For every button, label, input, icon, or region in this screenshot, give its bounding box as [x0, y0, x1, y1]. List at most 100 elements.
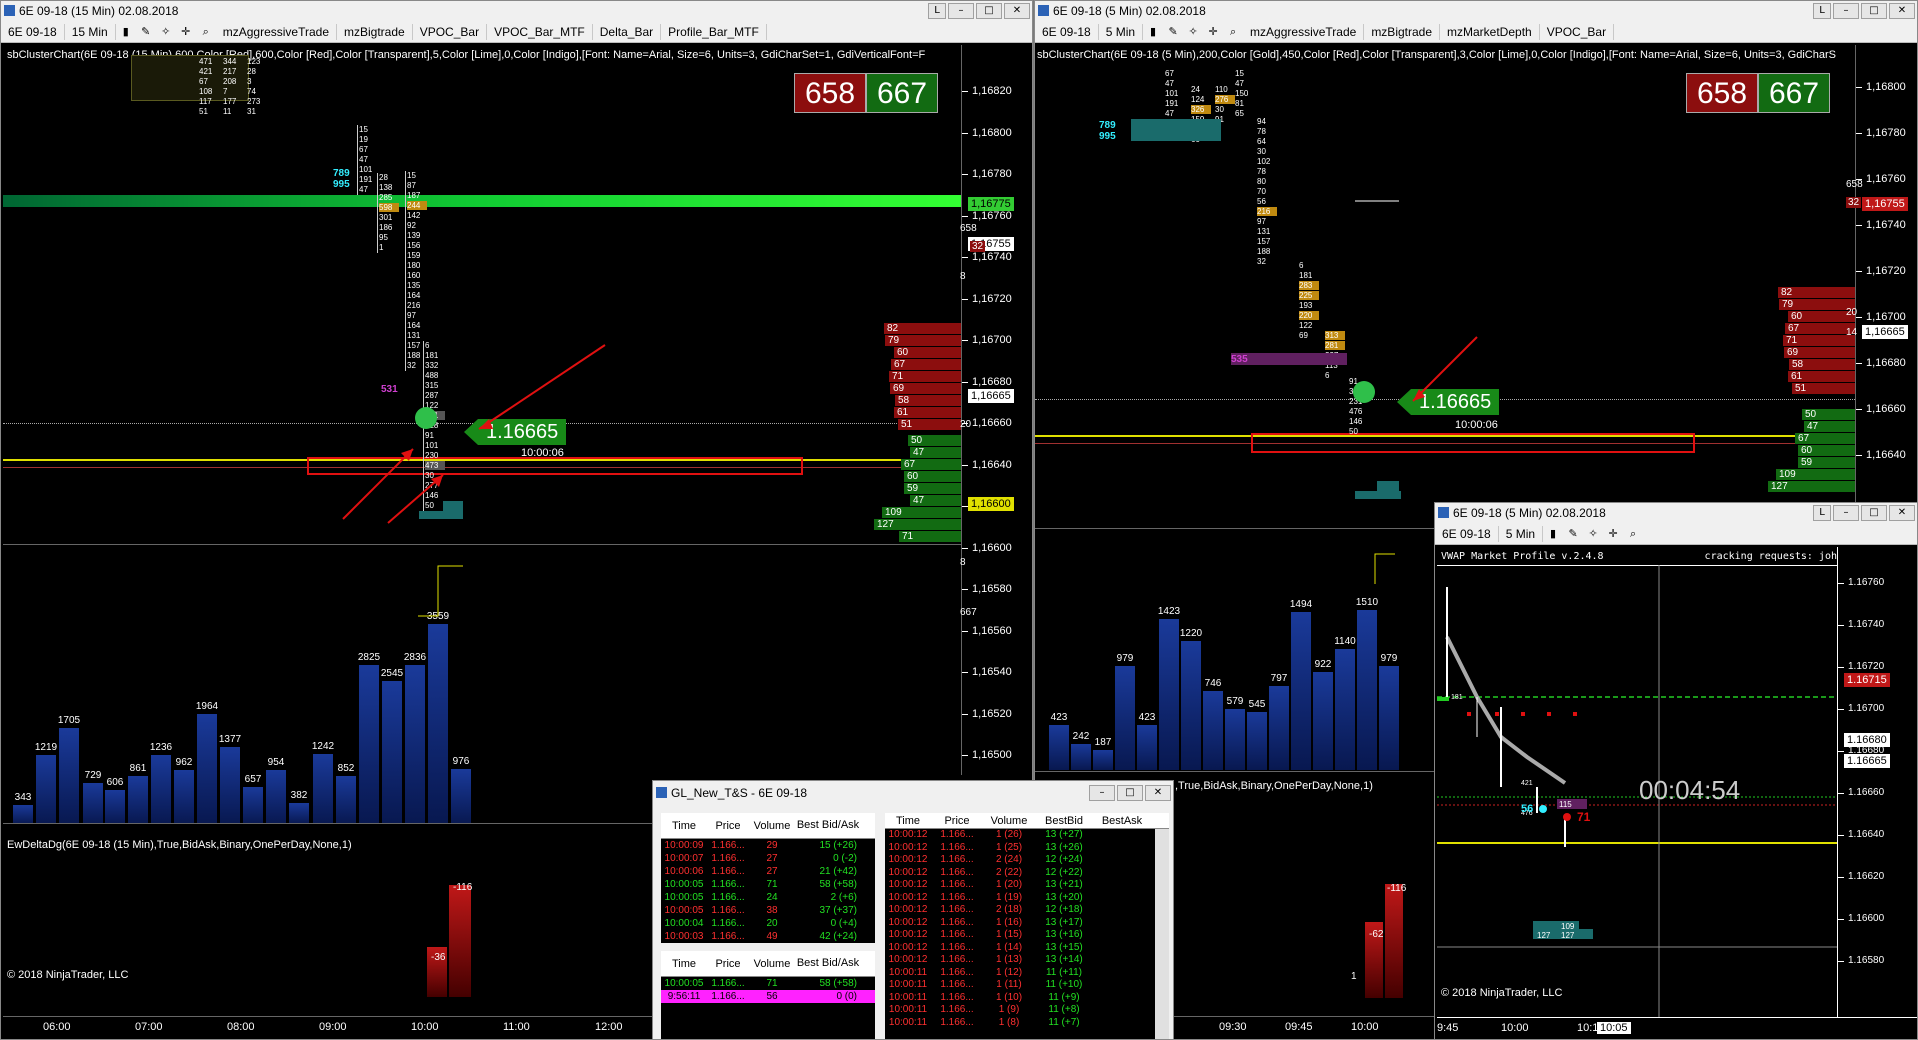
- col-time: Time: [671, 957, 697, 970]
- instrument-selector[interactable]: 6E 09-18: [1435, 525, 1499, 542]
- ts-volume: 49: [766, 931, 778, 942]
- minimize-button[interactable]: –: [1089, 785, 1115, 801]
- price-tick: 1,16560: [972, 624, 1012, 637]
- maximize-button[interactable]: □: [976, 3, 1002, 19]
- bar-style-icon[interactable]: ▮: [119, 25, 133, 39]
- maximize-button[interactable]: □: [1861, 505, 1887, 521]
- ts-bestbid: 13 (+15): [1045, 941, 1083, 953]
- ts-volume: 27: [766, 866, 778, 877]
- vwap-time-axis[interactable]: 9:45 10:00 10:15 10:05: [1437, 1017, 1917, 1039]
- zoom-icon[interactable]: ⌕: [199, 25, 213, 39]
- ts-time: 10:00:06: [664, 866, 704, 877]
- link-icon[interactable]: L: [928, 3, 946, 19]
- tick-mark: [1856, 133, 1862, 134]
- ts-bestbid: 13 (+20): [1045, 891, 1083, 903]
- ladder-ask-row: 109: [882, 507, 961, 518]
- pencil-icon[interactable]: ✎: [139, 25, 153, 39]
- indicator-btn-vpoc[interactable]: VPOC_Bar: [413, 23, 488, 40]
- vwap-chart-window[interactable]: 6E 09-18 (5 Min) 02.08.2018 L – □ ✕ 6E 0…: [1434, 502, 1918, 1040]
- close-button[interactable]: ✕: [1004, 3, 1030, 19]
- crosshair-icon[interactable]: ✛: [1606, 527, 1620, 541]
- side-value-995: 995: [1099, 131, 1116, 142]
- price-panel[interactable]: sbClusterChart(6E 09-18 (15 Min),600,Col…: [3, 45, 961, 545]
- price-panel[interactable]: sbClusterChart(6E 09-18 (5 Min),200,Colo…: [1035, 45, 1855, 529]
- tick-mark: [1838, 625, 1844, 626]
- chart-toolbar: 6E 09-18 5 Min ▮ ✎ ✧ ✛ ⌕: [1435, 523, 1917, 545]
- indicator-btn-vpoc[interactable]: VPOC_Bar: [1540, 23, 1615, 40]
- price-tick: 1,16640: [972, 458, 1012, 471]
- interval-selector[interactable]: 5 Min: [1099, 23, 1144, 40]
- indicator-btn-bigtrade[interactable]: mzBigtrade: [337, 23, 413, 40]
- ts-table-ticks[interactable]: Time Price Volume BestBid BestAsk 10:00:…: [885, 813, 1169, 1039]
- minimize-button[interactable]: –: [1833, 3, 1859, 19]
- ts-table-filtered[interactable]: Time Price Volume Best Bid/Ask 10:00:05 1…: [661, 951, 875, 1039]
- ts-table-main[interactable]: Time Price Volume Best Bid/Ask 10:00:09 1…: [661, 813, 875, 943]
- app-icon: [656, 787, 667, 798]
- zoom-icon[interactable]: ⌕: [1226, 25, 1240, 39]
- zoom-icon[interactable]: ⌕: [1626, 527, 1640, 541]
- indicator-btn-delta[interactable]: Delta_Bar: [593, 23, 662, 40]
- minimize-button[interactable]: –: [1833, 505, 1859, 521]
- price-axis[interactable]: 1,16820 1,16800 1,16780 1,16760 1,16740 1,167…: [960, 45, 1032, 775]
- ts-volume: 2 (22): [995, 866, 1023, 878]
- price-axis-tag: 1,16755: [1862, 197, 1908, 211]
- crosshair-icon[interactable]: ✛: [1206, 25, 1220, 39]
- price-tick: 1,16780: [1866, 127, 1906, 139]
- minimize-button[interactable]: –: [948, 3, 974, 19]
- time-tick: 09:30: [1219, 1021, 1247, 1033]
- window-titlebar[interactable]: 6E 09-18 (15 Min) 02.08.2018 L – □ ✕: [1, 1, 1032, 21]
- ts-price: 1.166...: [940, 991, 974, 1003]
- ts-price: 1.166...: [940, 1004, 974, 1015]
- instrument-selector[interactable]: 6E 09-18: [1035, 23, 1099, 40]
- ts-titlebar[interactable]: GL_New_T&S - 6E 09-18 – □ ✕: [653, 781, 1173, 805]
- close-button[interactable]: ✕: [1889, 3, 1915, 19]
- draw-tool-icon[interactable]: ✧: [1186, 25, 1200, 39]
- indicator-btn-aggressive[interactable]: mzAggressiveTrade: [216, 23, 337, 40]
- ts-price: 1.166...: [711, 931, 745, 942]
- vwap-price-axis[interactable]: 1.16760 1.16740 1.16720 1.16700 1.16680 1.166…: [1837, 547, 1917, 1017]
- price-axis[interactable]: 1,16800 1,16780 1,16760 1,16740 1,16720 1,167…: [1846, 45, 1917, 529]
- close-button[interactable]: ✕: [1889, 505, 1915, 521]
- pencil-icon[interactable]: ✎: [1566, 527, 1580, 541]
- price-tick: 1,16800: [1866, 81, 1906, 93]
- crosshair-icon[interactable]: ✛: [179, 25, 193, 39]
- interval-selector[interactable]: 5 Min: [1499, 525, 1544, 542]
- ts-time: 10:00:05: [664, 905, 704, 916]
- copyright: © 2018 NinjaTrader, LLC: [7, 969, 129, 981]
- ts-tick-row: 10:00:11 1.166... 1 (8) 11 (+7): [885, 1017, 1169, 1030]
- indicator-btn-vpoc-mtf[interactable]: VPOC_Bar_MTF: [487, 23, 593, 40]
- window-titlebar[interactable]: 6E 09-18 (5 Min) 02.08.2018 L – □ ✕: [1035, 1, 1917, 21]
- time-and-sales-window[interactable]: GL_New_T&S - 6E 09-18 – □ ✕ Time Price V…: [652, 780, 1174, 1040]
- maximize-button[interactable]: □: [1117, 785, 1143, 801]
- col-bestbid: BestBid: [1045, 814, 1083, 827]
- profile-label-181: 181: [1451, 694, 1463, 701]
- link-icon[interactable]: L: [1813, 505, 1831, 521]
- price-tick: 1,16740: [1866, 219, 1906, 231]
- interval-selector[interactable]: 15 Min: [65, 23, 116, 40]
- close-button[interactable]: ✕: [1145, 785, 1171, 801]
- indicator-btn-profile[interactable]: Profile_Bar_MTF: [661, 23, 767, 40]
- draw-tool-icon[interactable]: ✧: [159, 25, 173, 39]
- indicator-btn-bigtrade[interactable]: mzBigtrade: [1364, 23, 1441, 40]
- ts-tick-row: 10:00:11 1.166... 1 (10) 11 (+9): [885, 992, 1169, 1005]
- tick-mark: [962, 464, 968, 466]
- window-title: 6E 09-18 (15 Min) 02.08.2018: [19, 4, 179, 18]
- tick-mark: [1856, 271, 1862, 272]
- ladder-bid-row: 79: [885, 335, 961, 346]
- instrument-selector[interactable]: 6E 09-18: [1, 23, 65, 40]
- bar-style-icon[interactable]: ▮: [1546, 527, 1560, 541]
- draw-tool-icon[interactable]: ✧: [1586, 527, 1600, 541]
- maximize-button[interactable]: □: [1861, 3, 1887, 19]
- time-tick: 10:00: [411, 1021, 439, 1033]
- window-titlebar[interactable]: 6E 09-18 (5 Min) 02.08.2018 L – □ ✕: [1435, 503, 1917, 523]
- ts-volume: 24: [766, 892, 778, 903]
- indicator-btn-aggressive[interactable]: mzAggressiveTrade: [1243, 23, 1365, 40]
- tick-mark: [962, 630, 968, 632]
- vwap-plot[interactable]: VWAP Market Profile v.2.4.8 cracking req…: [1437, 547, 1837, 1017]
- ts-scrollbar[interactable]: [1155, 829, 1169, 1039]
- link-icon[interactable]: L: [1813, 3, 1831, 19]
- indicator-btn-depth[interactable]: mzMarketDepth: [1440, 23, 1540, 40]
- ts-price: 1.166...: [940, 979, 974, 990]
- bar-style-icon[interactable]: ▮: [1146, 25, 1160, 39]
- pencil-icon[interactable]: ✎: [1166, 25, 1180, 39]
